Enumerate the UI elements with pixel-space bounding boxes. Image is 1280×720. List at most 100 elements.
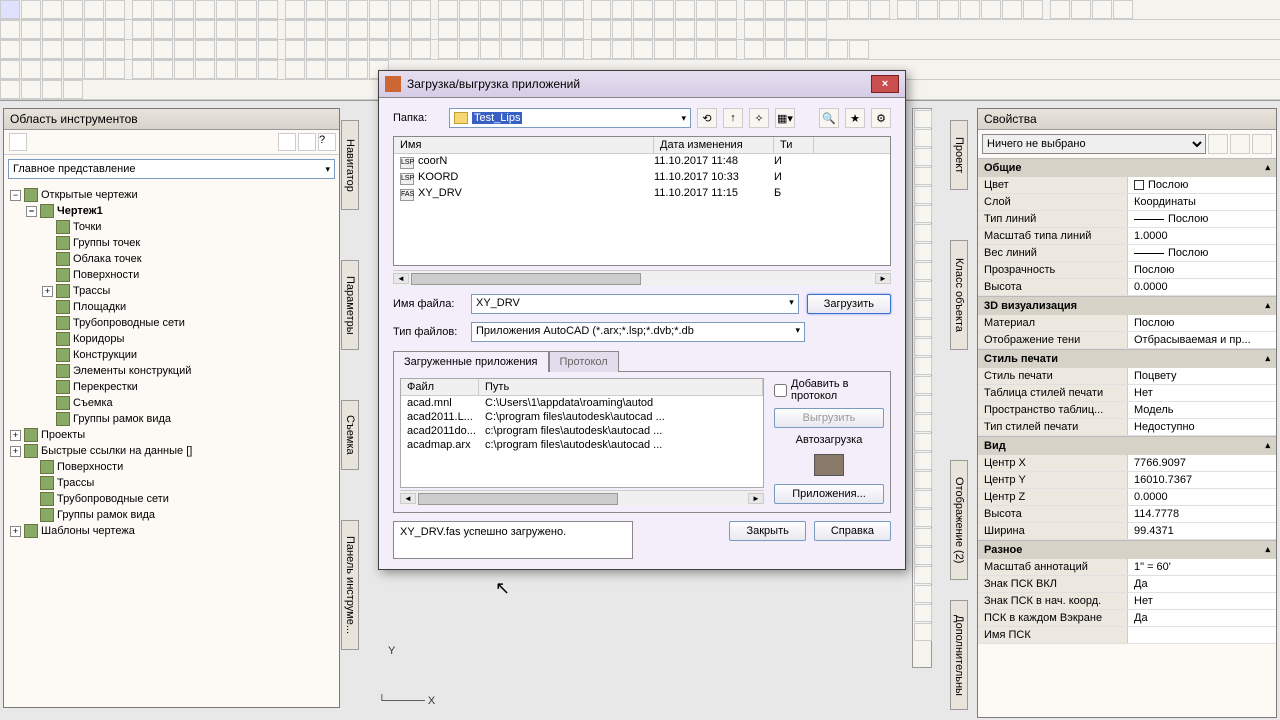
toolbar-btn-2-10[interactable] [216,40,236,59]
toolbar-btn-4-0[interactable] [0,80,20,99]
toolbar-btn-1-36[interactable] [786,20,806,39]
prop-value[interactable]: Модель [1128,402,1276,418]
toolbar-btn-2-32[interactable] [696,40,716,59]
toolbar-btn-0-10[interactable] [216,0,236,19]
file-row-2[interactable]: FASXY_DRV11.10.2017 11:15Б [394,186,890,202]
toolbar-btn-0-19[interactable] [411,0,431,19]
prop-value[interactable]: Отбрасываемая и пр... [1128,332,1276,348]
tree-node-17[interactable]: Поверхности [26,459,337,475]
vtool-7[interactable] [914,243,932,261]
prop-value[interactable]: 0.0000 [1128,489,1276,505]
vtab-params[interactable]: Параметры [341,260,359,350]
toolbar-btn-3-5[interactable] [105,60,125,79]
vtool-12[interactable] [914,338,932,356]
prop-row-0-0[interactable]: ЦветПослою [978,177,1276,194]
toolbar-btn-0-14[interactable] [306,0,326,19]
vtool-21[interactable] [914,509,932,527]
vtool-27[interactable] [914,623,932,641]
tree-node-1[interactable]: −Чертеж1 [26,203,337,219]
prop-row-4-2[interactable]: Знак ПСК в нач. коорд.Нет [978,593,1276,610]
prop-row-0-4[interactable]: Вес линийПослою [978,245,1276,262]
prop-value[interactable]: Послою [1128,177,1276,193]
toolbar-btn-0-17[interactable] [369,0,389,19]
vtool-18[interactable] [914,452,932,470]
toolbar-btn-2-8[interactable] [174,40,194,59]
toolbar-btn-1-4[interactable] [84,20,104,39]
file-list[interactable]: Имя Дата изменения Ти LSPcoorN11.10.2017… [393,136,891,266]
prop-row-3-2[interactable]: Центр Z0.0000 [978,489,1276,506]
prop-row-4-3[interactable]: ПСК в каждом ВэкранеДа [978,610,1276,627]
toolbar-btn-1-32[interactable] [696,20,716,39]
vtool-0[interactable] [914,110,932,128]
prop-value[interactable]: Нет [1128,385,1276,401]
tab-loaded-apps[interactable]: Загруженные приложения [393,351,549,372]
prop-row-0-6[interactable]: Высота0.0000 [978,279,1276,296]
tool-icon-1[interactable] [278,133,296,151]
tree-node-20[interactable]: Группы рамок вида [26,507,337,523]
tree-node-13[interactable]: Съемка [42,395,337,411]
toolbar-btn-0-13[interactable] [285,0,305,19]
toolbar-btn-1-18[interactable] [390,20,410,39]
dialog-titlebar[interactable]: Загрузка/выгрузка приложений × [379,71,905,98]
toolbar-btn-3-11[interactable] [237,60,257,79]
vtool-23[interactable] [914,547,932,565]
tree-node-9[interactable]: Коридоры [42,331,337,347]
toolbar-btn-0-3[interactable] [63,0,83,19]
tree-node-2[interactable]: Точки [42,219,337,235]
prop-group-0[interactable]: Общие [978,158,1276,177]
vtool-2[interactable] [914,148,932,166]
toolbar-btn-0-32[interactable] [696,0,716,19]
toolbar-btn-1-34[interactable] [744,20,764,39]
toolbar-btn-0-9[interactable] [195,0,215,19]
vtab-objclass[interactable]: Класс объекта [950,240,968,350]
tree-node-19[interactable]: Трубопроводные сети [26,491,337,507]
toolbar-btn-2-29[interactable] [633,40,653,59]
loaded-row-3[interactable]: acadmap.arxc:\program files\autodesk\aut… [401,438,763,452]
vtab-toolpalette[interactable]: Панель инструме... [341,520,359,650]
prop-value[interactable]: Послою [1128,262,1276,278]
toolbar-btn-2-18[interactable] [390,40,410,59]
back-icon[interactable]: ⟲ [697,108,717,128]
prop-value[interactable]: Послою [1128,245,1276,261]
expander-icon[interactable]: + [10,446,21,457]
prop-value[interactable]: Да [1128,576,1276,592]
filename-combo[interactable]: XY_DRV [471,294,799,314]
toolbar-btn-2-34[interactable] [744,40,764,59]
vtool-25[interactable] [914,585,932,603]
toolbar-btn-1-6[interactable] [132,20,152,39]
toolbar-btn-0-15[interactable] [327,0,347,19]
toolbar-btn-0-44[interactable] [960,0,980,19]
toolbar-btn-0-26[interactable] [564,0,584,19]
toolbar-btn-0-18[interactable] [390,0,410,19]
prop-value[interactable]: 16010.7367 [1128,472,1276,488]
vtool-20[interactable] [914,490,932,508]
help-icon[interactable]: ? [318,133,336,151]
favorites-icon[interactable]: ★ [845,108,865,128]
toolbar-btn-3-9[interactable] [195,60,215,79]
toolbar-btn-2-26[interactable] [564,40,584,59]
toolbar-btn-3-0[interactable] [0,60,20,79]
prop-group-2[interactable]: Стиль печати [978,349,1276,368]
toolbar-btn-2-1[interactable] [21,40,41,59]
toolbar-btn-3-13[interactable] [285,60,305,79]
tab-protocol[interactable]: Протокол [549,351,619,372]
loaded-row-2[interactable]: acad2011do...c:\program files\autodesk\a… [401,424,763,438]
toolbar-btn-2-38[interactable] [828,40,848,59]
toolbar-btn-2-35[interactable] [765,40,785,59]
folder-combo[interactable]: Test_Lips [449,108,691,128]
toolbar-btn-0-0[interactable] [0,0,20,19]
vtool-15[interactable] [914,395,932,413]
toolbar-btn-1-27[interactable] [591,20,611,39]
toolbar-btn-0-43[interactable] [939,0,959,19]
prop-row-3-4[interactable]: Ширина99.4371 [978,523,1276,540]
properties-object-combo[interactable]: Ничего не выбрано [982,134,1206,154]
toolbar-btn-1-16[interactable] [348,20,368,39]
lcol-file[interactable]: Файл [401,379,479,395]
prop-row-3-1[interactable]: Центр Y16010.7367 [978,472,1276,489]
col-name[interactable]: Имя [394,137,654,153]
toolbar-btn-1-15[interactable] [327,20,347,39]
unload-button[interactable]: Выгрузить [774,408,884,428]
prop-row-0-3[interactable]: Масштаб типа линий1.0000 [978,228,1276,245]
toolbar-btn-1-24[interactable] [522,20,542,39]
prop-value[interactable]: Поцвету [1128,368,1276,384]
